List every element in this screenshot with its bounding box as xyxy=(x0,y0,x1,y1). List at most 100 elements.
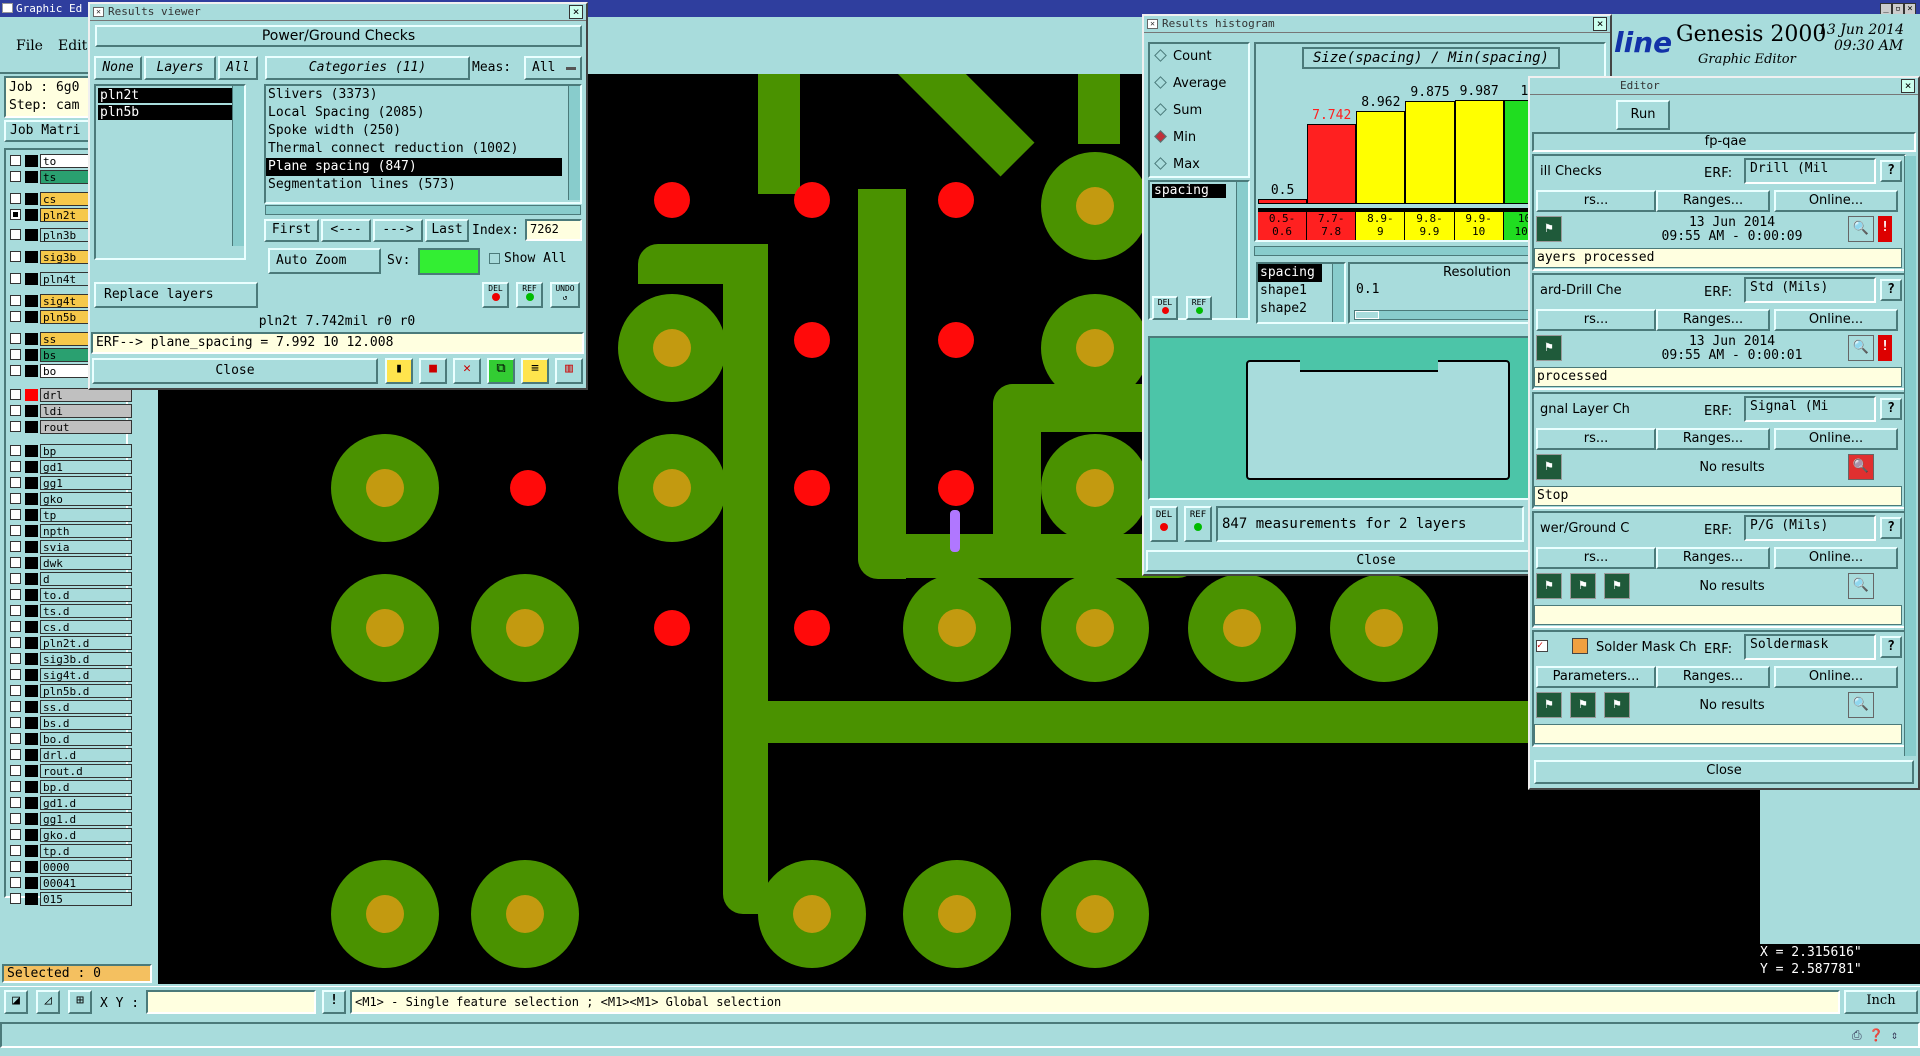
layer-color-swatch[interactable] xyxy=(25,877,38,889)
layer-row[interactable]: ldi xyxy=(10,404,132,418)
units-select[interactable]: Inch xyxy=(1844,990,1918,1014)
layer-color-swatch[interactable] xyxy=(25,209,38,221)
shape-item[interactable]: spacing xyxy=(1258,264,1322,282)
close-icon[interactable]: × xyxy=(569,5,583,19)
erf-select[interactable]: Soldermask xyxy=(1744,634,1876,660)
menu-edit[interactable]: Edit xyxy=(58,38,87,54)
run-check-icon[interactable]: ⚑ xyxy=(1536,335,1562,361)
layer-color-swatch[interactable] xyxy=(25,365,38,377)
histogram-bar[interactable] xyxy=(1258,198,1308,204)
alert-icon[interactable]: ! xyxy=(1878,335,1892,361)
rv-layer-item[interactable]: pln2t xyxy=(98,88,238,103)
help-icon[interactable]: ? xyxy=(1880,279,1902,301)
layer-checkbox[interactable] xyxy=(10,653,21,664)
category-item[interactable]: Spoke width (250) xyxy=(266,122,562,140)
run-check-icon[interactable]: ⚑ xyxy=(1604,573,1630,599)
layer-checkbox[interactable] xyxy=(10,573,21,584)
window-controls[interactable]: _ ▫ × xyxy=(1880,0,1920,16)
layer-row[interactable]: rout xyxy=(10,420,132,434)
category-scrollbar[interactable] xyxy=(568,86,580,200)
layer-checkbox[interactable] xyxy=(10,493,21,504)
view-results-icon[interactable]: 🔍 xyxy=(1848,573,1874,599)
alert-icon[interactable]: ! xyxy=(322,990,346,1014)
check-enable-checkbox[interactable]: ✓ xyxy=(1536,640,1548,652)
next-button[interactable]: ---> xyxy=(373,219,423,242)
parameters-button[interactable]: rs... xyxy=(1536,309,1656,331)
layer-color-swatch[interactable] xyxy=(25,781,38,793)
layer-color-swatch[interactable] xyxy=(25,509,38,521)
xy-input[interactable] xyxy=(146,990,316,1014)
first-button[interactable]: First xyxy=(264,219,319,242)
replace-layers-select[interactable]: Replace layers xyxy=(94,282,258,308)
slider-thumb[interactable] xyxy=(1355,311,1379,319)
layer-row[interactable]: bo.d xyxy=(10,732,132,746)
ranges-button[interactable]: Ranges... xyxy=(1656,309,1770,331)
menu-file[interactable]: File xyxy=(16,38,43,54)
layer-checkbox[interactable] xyxy=(10,389,21,400)
layer-checkbox[interactable] xyxy=(10,461,21,472)
histogram-bar[interactable] xyxy=(1405,101,1455,204)
radio-icon[interactable] xyxy=(1154,130,1167,143)
layer-color-swatch[interactable] xyxy=(25,405,38,417)
category-list[interactable]: Slivers (3373) Local Spacing (2085) Spoke … xyxy=(264,84,582,204)
layer-color-swatch[interactable] xyxy=(25,229,38,241)
layer-row[interactable]: 015 xyxy=(10,892,132,906)
spacing-marker[interactable] xyxy=(950,510,960,552)
histogram-bar[interactable] xyxy=(1454,100,1504,204)
all-button[interactable]: All xyxy=(218,56,258,80)
layer-color-swatch[interactable] xyxy=(25,765,38,777)
help-icon[interactable]: ? xyxy=(1880,636,1902,658)
alert-icon[interactable]: ! xyxy=(1878,216,1892,242)
layer-checkbox[interactable] xyxy=(10,445,21,456)
layer-checkbox[interactable] xyxy=(10,295,21,306)
category-item[interactable]: Local Spacing (2085) xyxy=(266,104,562,122)
auto-zoom-select[interactable]: Auto Zoom xyxy=(268,248,381,274)
radio-icon[interactable] xyxy=(1154,49,1167,62)
layer-color-swatch[interactable] xyxy=(25,333,38,345)
report-icon[interactable]: ≡ xyxy=(521,358,549,384)
layer-color-swatch[interactable] xyxy=(25,525,38,537)
layer-color-swatch[interactable] xyxy=(25,845,38,857)
layer-checkbox[interactable] xyxy=(10,813,21,824)
layer-row[interactable]: tp xyxy=(10,508,132,522)
layer-checkbox[interactable] xyxy=(10,717,21,728)
layer-row[interactable]: gd1.d xyxy=(10,796,132,810)
measure-scrollbar[interactable] xyxy=(1236,182,1248,318)
layer-checkbox[interactable] xyxy=(10,637,21,648)
layer-checkbox[interactable] xyxy=(10,311,21,322)
layer-checkbox[interactable] xyxy=(10,765,21,776)
measure-item[interactable]: spacing xyxy=(1152,184,1226,198)
online-button[interactable]: Online... xyxy=(1774,547,1898,569)
layer-checkbox[interactable] xyxy=(10,685,21,696)
layer-color-swatch[interactable] xyxy=(25,349,38,361)
radio-icon[interactable] xyxy=(1154,157,1167,170)
layer-checkbox[interactable] xyxy=(10,171,21,182)
layer-checkbox[interactable] xyxy=(10,421,21,432)
none-button[interactable]: None xyxy=(94,56,142,80)
layer-color-swatch[interactable] xyxy=(25,717,38,729)
parameters-button[interactable]: rs... xyxy=(1536,190,1656,212)
select-tool-icon[interactable]: ◪ xyxy=(4,990,28,1014)
meas-select[interactable]: All xyxy=(524,56,582,80)
layer-color-swatch[interactable] xyxy=(25,273,38,285)
layer-color-swatch[interactable] xyxy=(25,311,38,323)
highlight-icon[interactable]: ▮ xyxy=(385,358,413,384)
run-check-icon[interactable]: ⚑ xyxy=(1536,573,1562,599)
layer-checkbox[interactable] xyxy=(10,509,21,520)
hist-del-button[interactable]: DEL xyxy=(1152,296,1178,320)
online-button[interactable]: Online... xyxy=(1774,309,1898,331)
layers-button[interactable]: Layers xyxy=(144,56,216,80)
layer-color-swatch[interactable] xyxy=(25,295,38,307)
index-field[interactable]: 7262 xyxy=(525,219,582,241)
layer-color-swatch[interactable] xyxy=(25,733,38,745)
layer-color-swatch[interactable] xyxy=(25,477,38,489)
layer-checkbox[interactable] xyxy=(10,365,21,376)
layer-checkbox[interactable] xyxy=(10,877,21,888)
layer-color-swatch[interactable] xyxy=(25,541,38,553)
layer-checkbox[interactable] xyxy=(10,525,21,536)
layer-checkbox[interactable] xyxy=(10,589,21,600)
layer-checkbox[interactable] xyxy=(10,701,21,712)
layer-checkbox[interactable] xyxy=(10,749,21,760)
layer-color-swatch[interactable] xyxy=(25,557,38,569)
layer-color-swatch[interactable] xyxy=(25,653,38,665)
